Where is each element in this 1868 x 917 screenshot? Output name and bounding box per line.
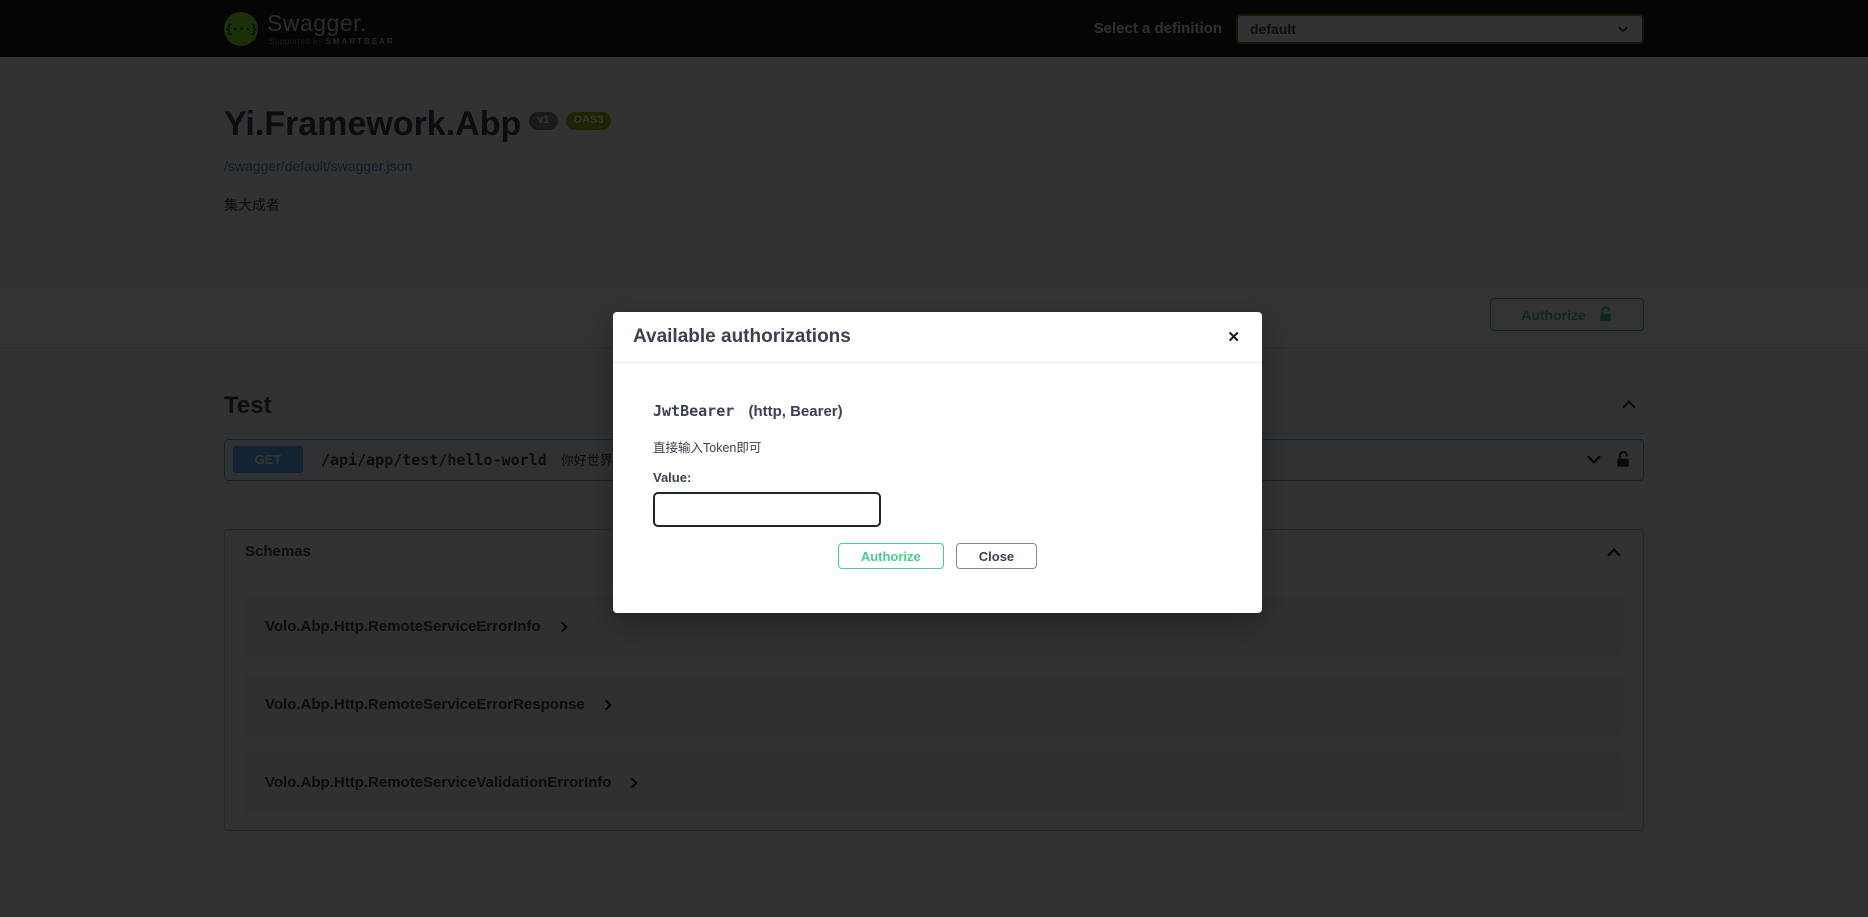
modal-title: Available authorizations bbox=[633, 326, 851, 348]
auth-scheme-type: (http, Bearer) bbox=[748, 403, 842, 420]
auth-modal-content: JwtBearer (http, Bearer) 直接输入Token即可 Val… bbox=[613, 363, 1262, 613]
modal-authorize-button[interactable]: Authorize bbox=[838, 543, 944, 569]
modal-close-button[interactable]: ✕ bbox=[1219, 326, 1248, 349]
auth-button-row: Authorize Close bbox=[653, 543, 1222, 569]
auth-modal-header: Available authorizations ✕ bbox=[613, 312, 1262, 363]
auth-scheme-name: JwtBearer bbox=[653, 402, 734, 420]
auth-modal: Available authorizations ✕ JwtBearer (ht… bbox=[613, 312, 1262, 613]
auth-scheme-heading: JwtBearer (http, Bearer) bbox=[653, 402, 1222, 420]
modal-close-action-button[interactable]: Close bbox=[956, 543, 1037, 569]
value-label: Value: bbox=[653, 470, 1222, 485]
auth-scheme-description: 直接输入Token即可 bbox=[653, 437, 1222, 456]
token-input[interactable] bbox=[653, 492, 881, 527]
close-icon: ✕ bbox=[1227, 329, 1240, 346]
